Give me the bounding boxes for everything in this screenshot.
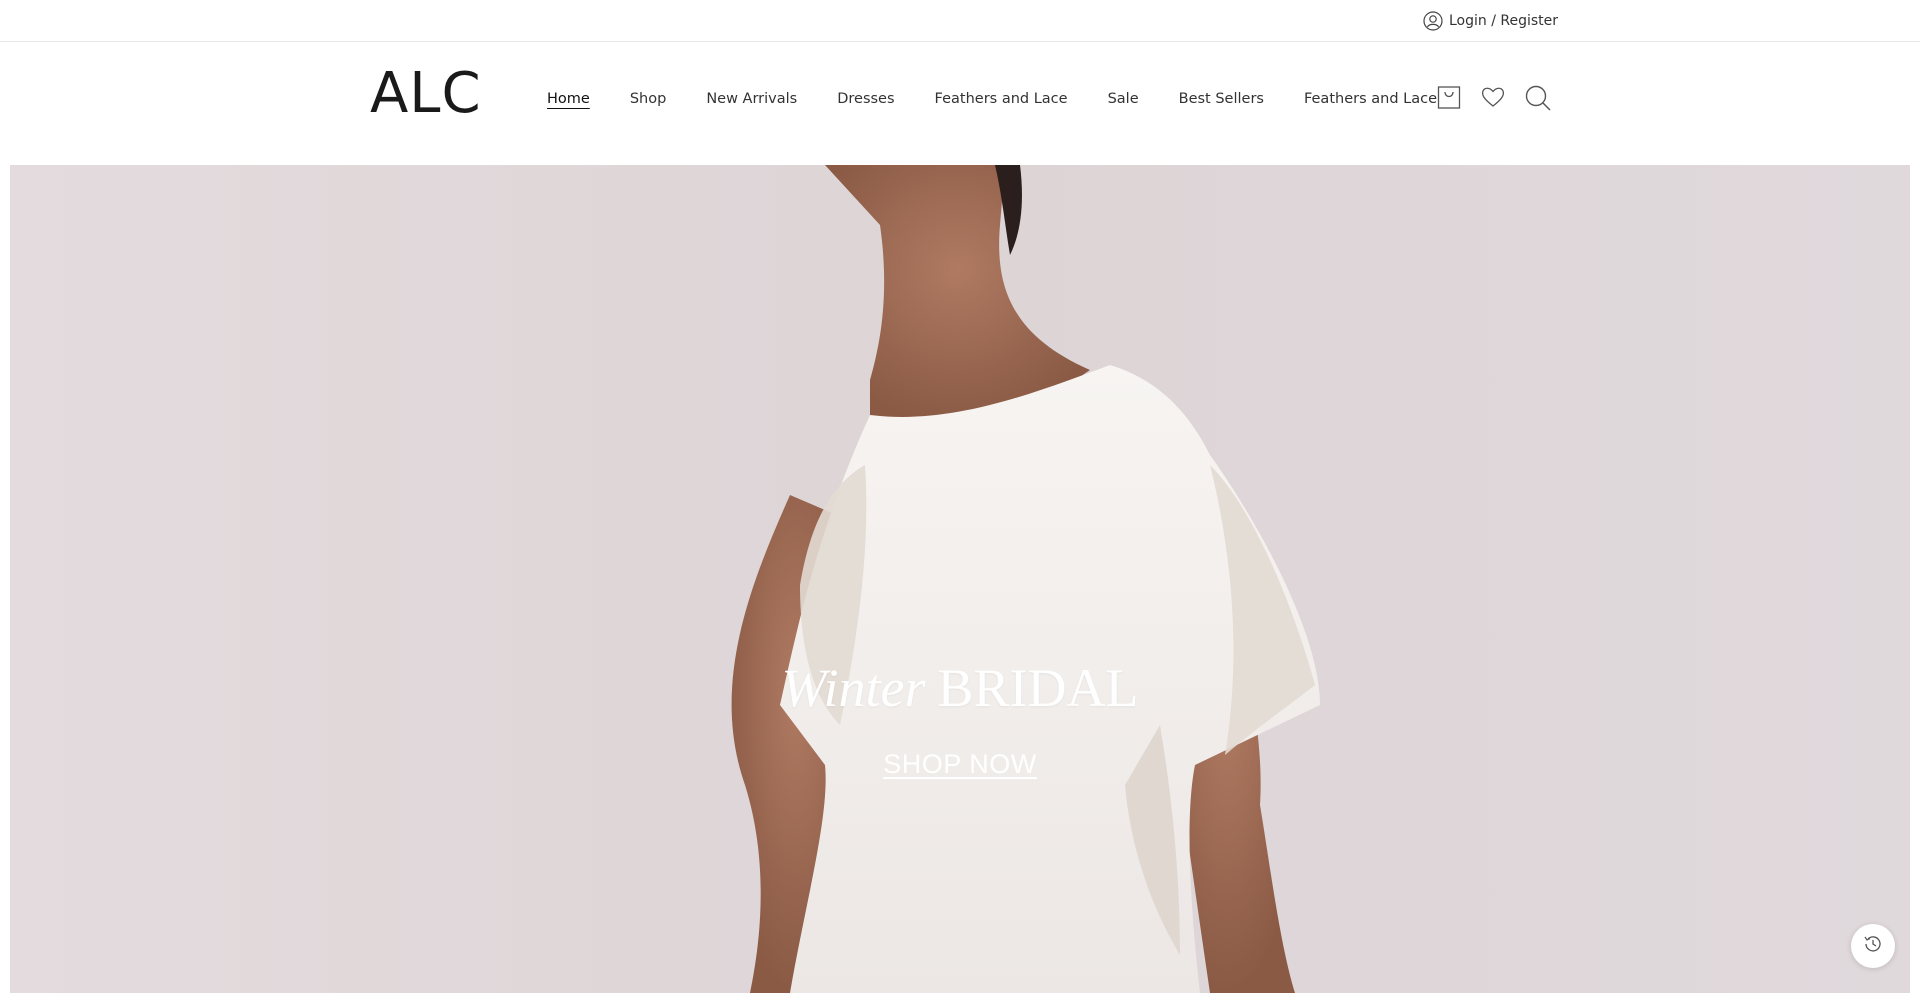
recently-viewed-button[interactable] (1851, 924, 1895, 968)
nav-item-shop[interactable]: Shop (630, 89, 666, 109)
nav-item-home[interactable]: Home (547, 89, 590, 109)
hero-cta-wrapper: SHOP NOW (10, 749, 1910, 780)
nav-item-sale[interactable]: Sale (1108, 89, 1139, 109)
login-register-label: Login / Register (1449, 13, 1559, 29)
nav-item-feathers-and-lace-2[interactable]: Feathers and Lace (1304, 89, 1437, 109)
search-icon[interactable] (1524, 84, 1551, 111)
nav-item-dresses[interactable]: Dresses (837, 89, 894, 109)
hero-image (10, 165, 1910, 993)
nav-item-feathers-and-lace[interactable]: Feathers and Lace (935, 89, 1068, 109)
main-navigation: Home Shop New Arrivals Dresses Feathers … (547, 87, 1437, 111)
hero-banner: Winter BRIDAL SHOP NOW (10, 165, 1910, 993)
site-header: ALC Home Shop New Arrivals Dresses Feath… (0, 42, 1920, 165)
bag-icon[interactable] (1436, 84, 1462, 110)
login-register-link[interactable]: Login / Register (1423, 10, 1558, 32)
nav-item-best-sellers[interactable]: Best Sellers (1179, 89, 1264, 109)
hero-title-script: Winter (781, 658, 926, 718)
user-icon (1423, 11, 1443, 31)
header-actions (1436, 82, 1551, 112)
clock-history-icon (1862, 933, 1884, 960)
hero-title-main: BRIDAL (937, 658, 1139, 718)
top-utility-bar: Login / Register (0, 0, 1920, 42)
brand-logo[interactable]: ALC (370, 64, 482, 124)
nav-item-new-arrivals[interactable]: New Arrivals (706, 89, 797, 109)
hero-title: Winter BRIDAL (10, 657, 1910, 719)
heart-icon[interactable] (1480, 84, 1506, 110)
shop-now-button[interactable]: SHOP NOW (883, 749, 1037, 779)
